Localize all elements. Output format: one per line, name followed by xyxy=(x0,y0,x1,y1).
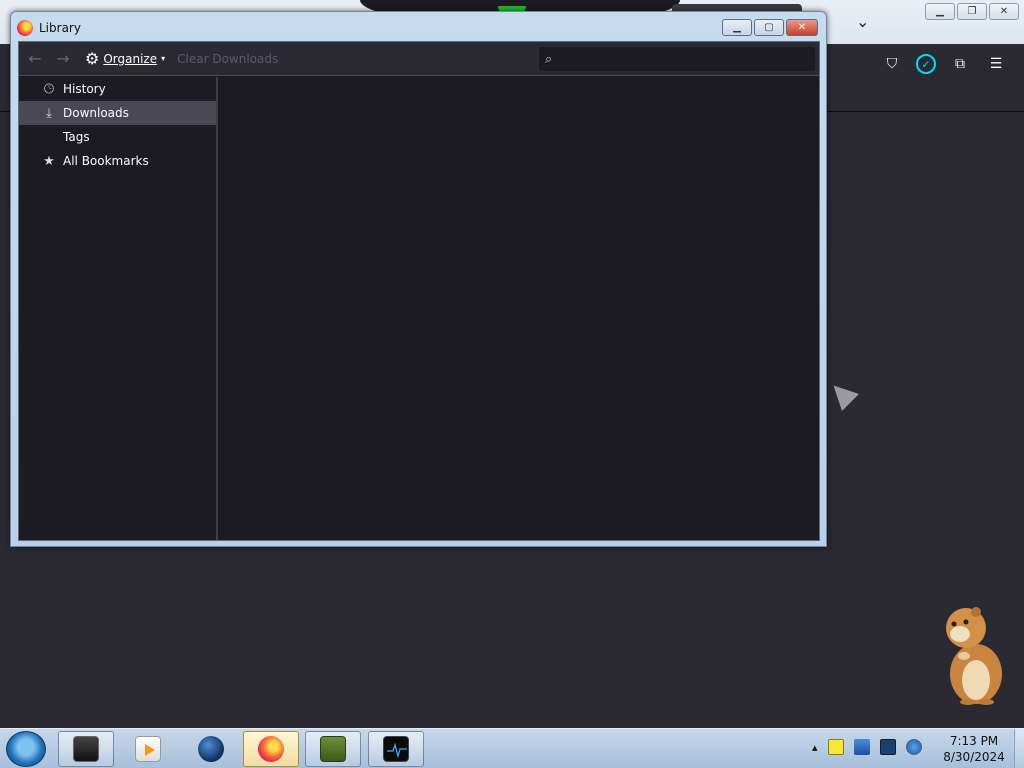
monitor-app-icon xyxy=(383,736,409,762)
sidebar-item-history[interactable]: 🕒︎ History xyxy=(19,77,216,101)
library-window: Library ▁ ▢ ✕ ← → ⚙ Organize ▾ Clear Dow… xyxy=(10,11,827,547)
show-hidden-icons-icon[interactable]: ▴ xyxy=(812,741,818,754)
clock-time: 7:13 PM xyxy=(949,734,999,748)
library-title: Library xyxy=(39,21,81,35)
terminal-app-icon xyxy=(73,736,99,762)
sidebar-item-tags[interactable]: Tags xyxy=(19,125,216,149)
shield-tray-icon[interactable] xyxy=(853,739,870,755)
taskbar-terminal-app[interactable] xyxy=(58,731,114,767)
play-icon xyxy=(145,744,155,756)
taskbar-firefox-app[interactable] xyxy=(243,731,299,767)
hamster-mascot-image xyxy=(946,607,1002,705)
sidebar-item-label: Downloads xyxy=(63,106,129,120)
library-sidebar: 🕒︎ History ⤓ Downloads Tags ★ All Bookma… xyxy=(19,77,218,540)
library-titlebar: Library xyxy=(17,20,81,36)
download-icon: ⤓ xyxy=(46,105,52,121)
background-close-button[interactable]: ✕ xyxy=(989,3,1019,20)
star-icon: ★ xyxy=(43,153,55,169)
downloads-list[interactable] xyxy=(220,77,819,540)
background-window-controls: ▁ ❐ ✕ xyxy=(925,3,1019,20)
organize-label: Organize xyxy=(103,51,158,66)
extensions-icon[interactable]: ⧉ xyxy=(948,52,972,76)
network-tray-icon[interactable] xyxy=(879,739,896,755)
search-input[interactable] xyxy=(558,52,799,66)
menu-icon[interactable]: ☰ xyxy=(984,52,1008,76)
list-all-tabs-chevron-icon[interactable]: ⌄ xyxy=(856,12,869,31)
sidebar-item-downloads[interactable]: ⤓ Downloads xyxy=(19,101,216,125)
sidebar-item-label: All Bookmarks xyxy=(63,154,149,168)
taskbar-media-player-app[interactable] xyxy=(120,731,176,767)
taskbar-game-box-app[interactable] xyxy=(305,731,361,767)
firefox-logo-icon xyxy=(17,20,33,36)
taskbar-clock[interactable]: 7:13 PM 8/30/2024 xyxy=(936,733,1012,765)
taskbar-globe-app[interactable] xyxy=(183,731,239,767)
sync-account-icon[interactable]: ✓ xyxy=(916,54,936,74)
background-toolbar-icons: ⛉ ✓ ⧉ ☰ xyxy=(880,52,1008,76)
clock-date: 8/30/2024 xyxy=(943,750,1005,764)
forward-arrow-icon[interactable]: → xyxy=(51,47,75,71)
library-minimize-button[interactable]: ▁ xyxy=(722,19,752,36)
search-box[interactable]: ⌕ xyxy=(539,47,815,71)
sidebar-item-all-bookmarks[interactable]: ★ All Bookmarks xyxy=(19,149,216,173)
taskbar: ▴ 7:13 PM 8/30/2024 xyxy=(0,728,1024,768)
organize-button[interactable]: ⚙ Organize ▾ xyxy=(85,49,165,68)
library-client-area: ← → ⚙ Organize ▾ Clear Downloads ⌕ 🕒︎ Hi… xyxy=(18,41,820,541)
mouse-cursor-icon xyxy=(825,377,859,411)
search-icon: ⌕ xyxy=(545,51,553,67)
firefox-app-icon xyxy=(258,736,284,762)
start-button[interactable] xyxy=(6,731,46,767)
clock-icon: 🕒︎ xyxy=(43,81,55,97)
notes-tray-icon[interactable] xyxy=(827,739,844,755)
volume-tray-icon[interactable] xyxy=(905,739,922,755)
system-tray: ▴ xyxy=(812,739,922,755)
show-desktop-button[interactable] xyxy=(1014,729,1024,768)
gear-icon: ⚙ xyxy=(85,49,100,68)
pocket-icon[interactable]: ⛉ xyxy=(880,52,904,76)
game-box-app-icon xyxy=(320,736,346,762)
back-arrow-icon[interactable]: ← xyxy=(23,47,47,71)
library-close-button[interactable]: ✕ xyxy=(786,19,818,36)
chevron-down-icon: ▾ xyxy=(161,54,166,63)
taskbar-monitor-app[interactable] xyxy=(368,731,424,767)
background-restore-button[interactable]: ❐ xyxy=(957,3,987,20)
clear-downloads-button[interactable]: Clear Downloads xyxy=(177,52,278,66)
media-player-app-icon xyxy=(135,736,161,762)
background-minimize-button[interactable]: ▁ xyxy=(925,3,955,20)
sidebar-item-label: Tags xyxy=(63,130,90,144)
globe-app-icon xyxy=(198,736,224,762)
library-toolbar: ← → ⚙ Organize ▾ Clear Downloads ⌕ xyxy=(19,42,819,76)
waveform-icon xyxy=(387,742,407,759)
library-maximize-button[interactable]: ▢ xyxy=(754,19,784,36)
library-window-controls: ▁ ▢ ✕ xyxy=(722,19,818,36)
sidebar-item-label: History xyxy=(63,82,106,96)
